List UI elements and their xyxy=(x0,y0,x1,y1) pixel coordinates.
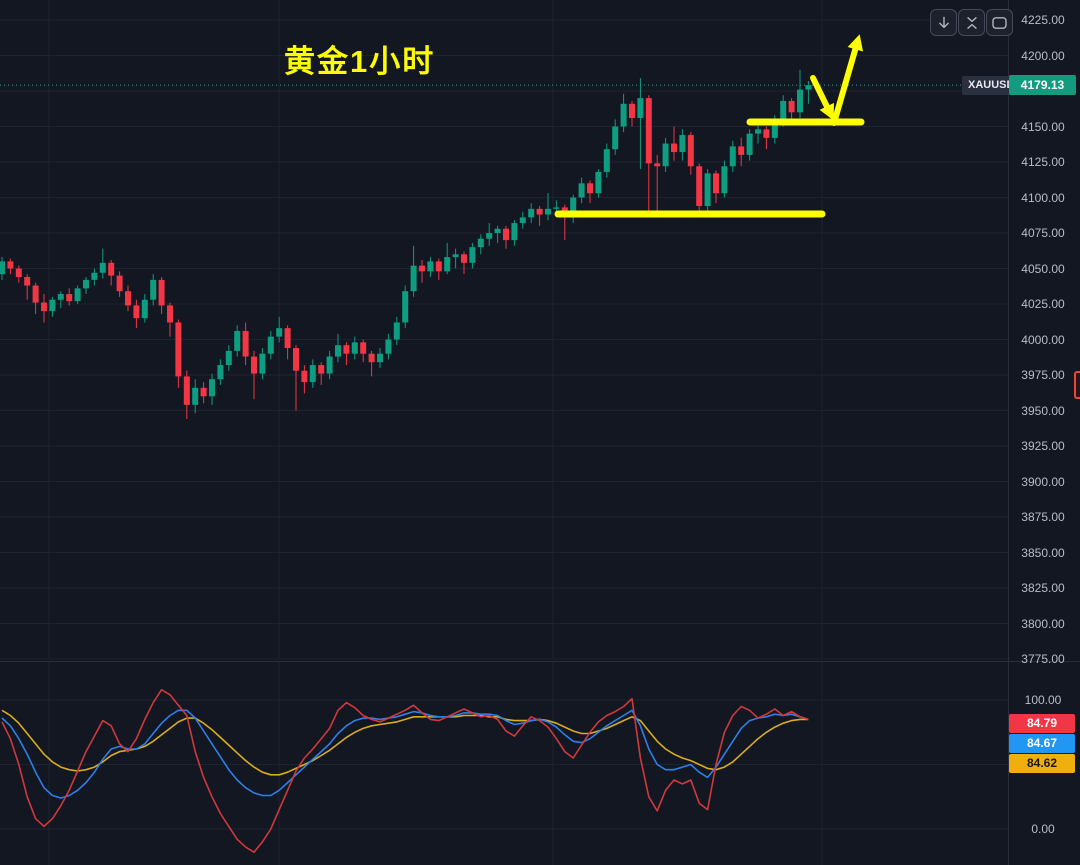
axis-tick-label: 3900.00 xyxy=(1008,474,1078,490)
axis-tick-label: 3950.00 xyxy=(1008,403,1078,419)
chart-canvas[interactable] xyxy=(0,0,1080,865)
restore-pane-button[interactable] xyxy=(958,9,985,36)
oscillator-value-tag-yellow: 84.62 xyxy=(1009,754,1075,773)
axis-tick-label: 4150.00 xyxy=(1008,119,1078,135)
axis-tick-label: 100.00 xyxy=(1008,692,1078,708)
axis-tick-label: 3825.00 xyxy=(1008,580,1078,596)
axis-tick-label: 4000.00 xyxy=(1008,332,1078,348)
axis-tick-label: 4200.00 xyxy=(1008,48,1078,64)
collapse-icon xyxy=(964,15,980,31)
axis-tick-label: 0.00 xyxy=(1008,821,1078,837)
scroll-to-recent-button[interactable] xyxy=(930,9,957,36)
axis-tick-label: 3850.00 xyxy=(1008,545,1078,561)
oscillator-value-tag-blue: 84.67 xyxy=(1009,734,1075,753)
fullscreen-icon xyxy=(991,15,1008,31)
axis-tick-label: 4100.00 xyxy=(1008,190,1078,206)
axis-tick-label: 4225.00 xyxy=(1008,12,1078,28)
oscillator-mid-line xyxy=(2,710,808,798)
clipped-alert-marker xyxy=(1074,371,1080,399)
last-price-tag: 4179.13 xyxy=(1009,75,1076,95)
axis-tick-label: 4125.00 xyxy=(1008,154,1078,170)
chart-title-annotation[interactable]: 黄金1小时 xyxy=(284,36,435,81)
oscillator-value-tag-red: 84.79 xyxy=(1009,714,1075,733)
oscillator-series xyxy=(2,690,808,853)
axis-tick-label: 4025.00 xyxy=(1008,296,1078,312)
axis-tick-label: 4050.00 xyxy=(1008,261,1078,277)
axis-tick-label: 3875.00 xyxy=(1008,509,1078,525)
axis-tick-label: 3975.00 xyxy=(1008,367,1078,383)
axis-tick-label: 3775.00 xyxy=(1008,651,1078,667)
candlestick-series xyxy=(0,70,811,419)
arrow-down-icon xyxy=(936,15,952,31)
trading-chart-window: 黄金1小时 XAUUSD 4225.004200.004175.004150.0… xyxy=(0,0,1080,865)
axis-tick-label: 4075.00 xyxy=(1008,225,1078,241)
axis-tick-label: 3925.00 xyxy=(1008,438,1078,454)
axis-tick-label: 3800.00 xyxy=(1008,616,1078,632)
